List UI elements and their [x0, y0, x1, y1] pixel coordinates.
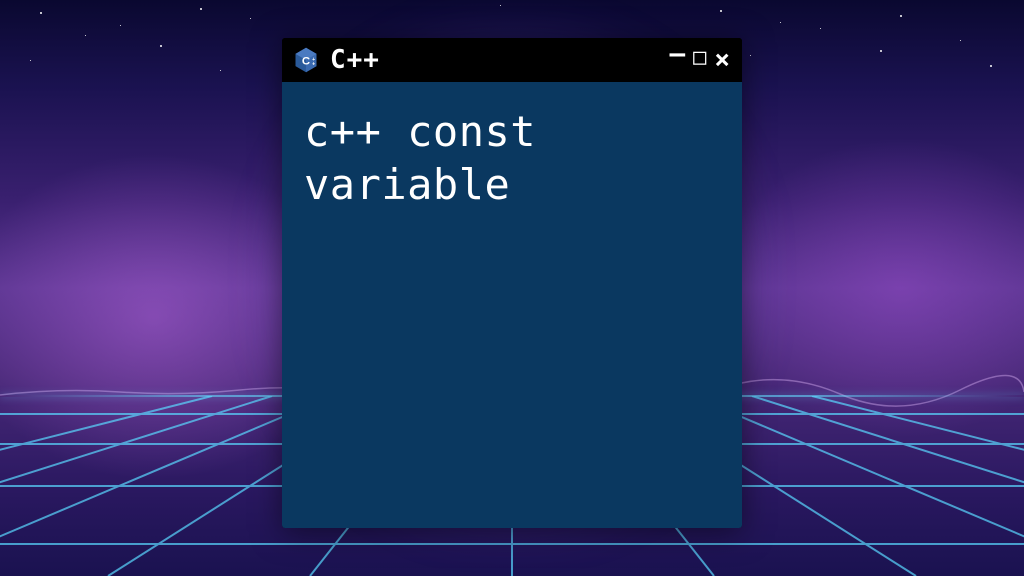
minimize-icon[interactable]: — — [669, 41, 685, 67]
body-text: c++ const variable — [304, 106, 720, 211]
svg-text:C: C — [302, 55, 310, 67]
window-title: C++ — [330, 45, 380, 75]
cpp-logo-icon: C + + — [292, 46, 320, 74]
svg-text:+: + — [312, 61, 315, 67]
window-body: c++ const variable — [282, 82, 742, 528]
app-window: C + + C++ — □ × c++ const variable — [282, 38, 742, 528]
maximize-icon[interactable]: □ — [693, 47, 706, 69]
titlebar[interactable]: C + + C++ — □ × — [282, 38, 742, 82]
close-icon[interactable]: × — [714, 47, 730, 73]
window-controls: — □ × — [669, 47, 730, 73]
